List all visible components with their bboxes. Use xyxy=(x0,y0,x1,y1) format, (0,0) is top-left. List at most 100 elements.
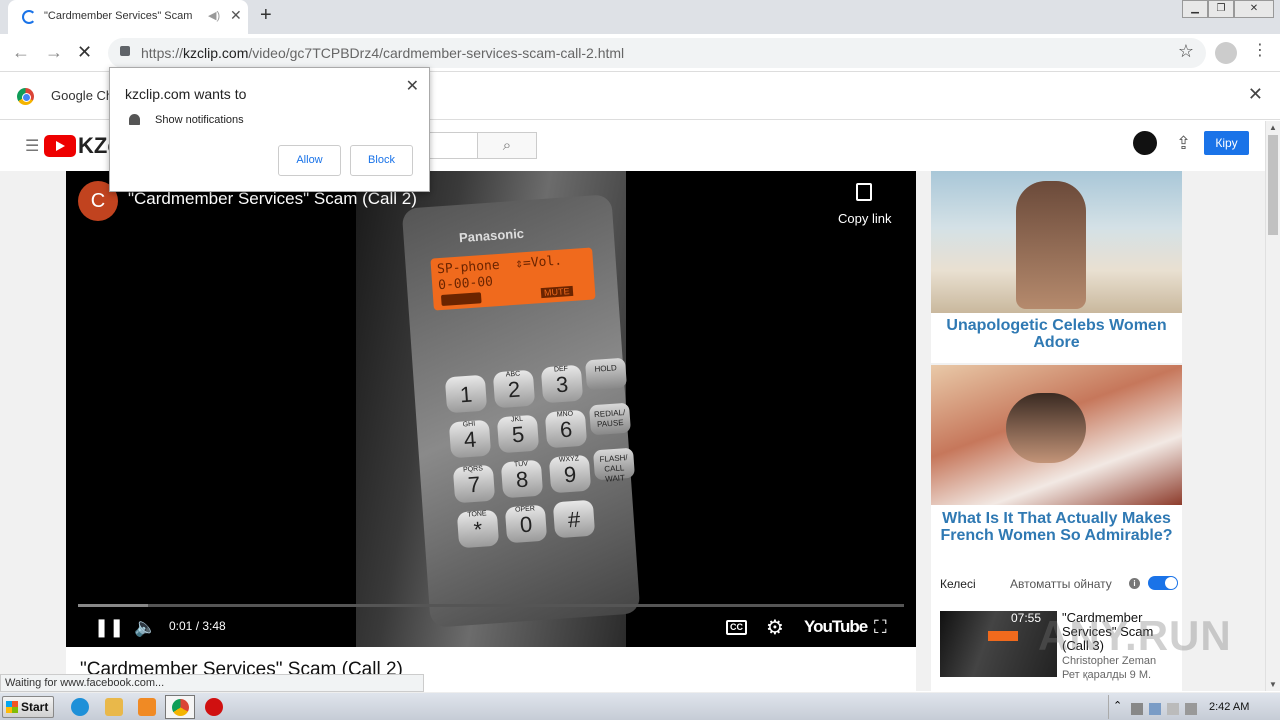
status-bubble: Waiting for www.facebook.com... xyxy=(0,674,424,692)
start-button[interactable]: Start xyxy=(2,696,54,718)
ad-image-2[interactable] xyxy=(931,365,1182,505)
opera-icon[interactable] xyxy=(205,698,223,716)
ad-caption-2[interactable]: What Is It That Actually Makes French Wo… xyxy=(931,510,1182,544)
search-icon: ⌕ xyxy=(502,137,512,154)
video-player[interactable]: Panasonic SP-phone ⇕=Vol. 0-00-00 MUTE 1… xyxy=(66,171,916,647)
ad-caption-1[interactable]: Unapologetic Celebs Women Adore xyxy=(931,317,1182,351)
phone-key-letters: JKL xyxy=(510,415,524,424)
tray-expand-icon[interactable]: ⌃ xyxy=(1113,699,1122,712)
scroll-up-arrow-icon[interactable]: ▲ xyxy=(1269,123,1277,132)
flag-tray-icon[interactable] xyxy=(1185,703,1197,715)
phone-function-key: FLASH/ CALL WAIT xyxy=(593,447,635,484)
profile-avatar-icon[interactable] xyxy=(1215,42,1237,64)
phone-key-letters: ABC xyxy=(505,370,521,379)
browser-menu-icon[interactable]: ⋮ xyxy=(1252,40,1268,60)
popup-close-icon[interactable]: ✕ xyxy=(406,76,419,96)
speaker-icon[interactable]: ◀) xyxy=(208,9,220,22)
infobar-close-icon[interactable]: ✕ xyxy=(1248,84,1263,105)
tab-close-icon[interactable]: ✕ xyxy=(230,7,242,24)
phone-key: # xyxy=(552,499,596,539)
lcd-indicator xyxy=(440,292,482,307)
stop-loading-icon[interactable]: ✕ xyxy=(77,42,92,63)
progress-fill xyxy=(78,604,149,607)
page-scrollbar[interactable]: ▲ ▼ xyxy=(1265,121,1280,691)
phone-key: GHI 4 xyxy=(448,419,492,459)
minimize-button[interactable]: ▁ xyxy=(1182,0,1208,18)
forward-arrow-icon[interactable]: → xyxy=(45,42,63,63)
browser-titlebar: "Cardmember Services" Scam (C ◀) ✕ + ▁ ❐… xyxy=(0,0,1280,34)
popup-title: kzclip.com wants to xyxy=(125,86,247,102)
copy-link-label[interactable]: Copy link xyxy=(838,211,891,226)
phone-key: PQRS 7 xyxy=(452,464,496,504)
lock-icon[interactable] xyxy=(120,46,130,56)
network-tray-icon[interactable] xyxy=(1149,703,1161,715)
phone-key: OPER 0 xyxy=(504,504,548,544)
phone-function-key: REDIAL/ PAUSE xyxy=(589,402,631,436)
user-avatar[interactable] xyxy=(1133,131,1157,155)
phone-key-letters: PQRS xyxy=(462,465,484,474)
fullscreen-icon[interactable]: ⛶ xyxy=(874,617,887,638)
lcd-mute: MUTE xyxy=(540,285,573,299)
chrome-logo-icon xyxy=(17,88,34,105)
clock: 2:42 AM xyxy=(1209,701,1250,713)
phone-key: JKL 5 xyxy=(496,414,540,454)
phone-key-digit: 3 xyxy=(555,371,570,398)
video-title[interactable]: "Cardmember Services" Scam (Call 2) xyxy=(128,189,417,209)
action-center-icon[interactable] xyxy=(1167,703,1179,715)
phone-key-letters: MNO xyxy=(556,410,574,419)
scrollbar-thumb[interactable] xyxy=(1268,135,1278,235)
pause-icon[interactable]: ❚❚ xyxy=(94,617,124,638)
youtube-logo[interactable]: YouTube xyxy=(804,617,868,637)
system-tray: ⌃ xyxy=(1108,695,1278,719)
window-close-button[interactable]: ✕ xyxy=(1234,0,1274,18)
ad-card-2[interactable]: What Is It That Actually Makes French Wo… xyxy=(931,365,1182,565)
address-bar[interactable]: https://kzclip.com/video/gc7TCPBDrz4/car… xyxy=(108,38,1206,68)
ad-card-1[interactable]: Unapologetic Celebs Women Adore xyxy=(931,171,1182,363)
url-text[interactable]: https://kzclip.com/video/gc7TCPBDrz4/car… xyxy=(141,45,624,61)
time-display: 0:01 / 3:48 xyxy=(169,619,226,633)
scroll-down-arrow-icon[interactable]: ▼ xyxy=(1269,680,1277,689)
lcd-line-1: SP-phone ⇕=Vol. xyxy=(436,253,563,278)
settings-gear-icon[interactable]: ⚙ xyxy=(766,615,784,640)
back-arrow-icon[interactable]: ← xyxy=(12,42,30,63)
volume-icon[interactable]: 🔈 xyxy=(134,617,156,638)
block-button[interactable]: Block xyxy=(350,145,413,176)
hamburger-menu-icon[interactable]: ☰ xyxy=(25,136,39,156)
upload-icon[interactable]: ⇪ xyxy=(1176,133,1191,154)
phone-key-digit: 1 xyxy=(459,381,474,408)
bookmark-star-icon[interactable]: ☆ xyxy=(1178,41,1194,62)
phone-key-digit: # xyxy=(567,506,582,533)
chrome-taskbar-button[interactable] xyxy=(165,695,195,719)
restore-button[interactable]: ❐ xyxy=(1208,0,1234,18)
lcd-line-2: 0-00-00 xyxy=(437,274,494,294)
folder-icon[interactable] xyxy=(105,698,123,716)
phone-key-letters: TONE xyxy=(467,510,487,519)
autoplay-toggle[interactable] xyxy=(1148,576,1178,590)
browser-tab[interactable]: "Cardmember Services" Scam (C ◀) ✕ xyxy=(8,0,248,34)
signin-button[interactable]: Кіру xyxy=(1204,131,1249,155)
site-logo-icon[interactable] xyxy=(44,135,76,157)
media-player-icon[interactable] xyxy=(138,698,156,716)
up-next-label: Келесі xyxy=(940,577,976,591)
new-tab-button[interactable]: + xyxy=(260,4,272,27)
page-content: ☰ KZc ⌕ ⇪ Кіру Panasonic SP-phone ⇕=Vol.… xyxy=(0,121,1265,691)
autoplay-label: Автоматты ойнату xyxy=(1010,577,1112,591)
loading-spinner-icon xyxy=(22,10,36,24)
ad-image-1[interactable] xyxy=(931,171,1182,313)
internet-explorer-icon[interactable] xyxy=(71,698,89,716)
tab-title: "Cardmember Services" Scam (C xyxy=(44,10,194,22)
taskbar: Start ⌃ 2:42 AM xyxy=(0,692,1280,720)
captions-icon[interactable]: CC xyxy=(726,620,747,635)
speaker-tray-icon[interactable] xyxy=(1131,703,1143,715)
video-progress-bar[interactable] xyxy=(78,604,904,607)
notification-permission-popup: kzclip.com wants to ✕ Show notifications… xyxy=(109,67,430,192)
phone-key: ABC 2 xyxy=(492,369,536,409)
info-icon[interactable]: i xyxy=(1129,578,1140,589)
related-video-duration: 07:55 xyxy=(1011,611,1042,625)
search-button[interactable]: ⌕ xyxy=(477,132,537,159)
watermark: ANY.RUN xyxy=(1038,612,1232,659)
copy-icon[interactable] xyxy=(856,183,872,201)
allow-button[interactable]: Allow xyxy=(278,145,341,176)
ad-photo-figure xyxy=(1006,393,1086,463)
phone-key: 1 xyxy=(444,374,488,414)
